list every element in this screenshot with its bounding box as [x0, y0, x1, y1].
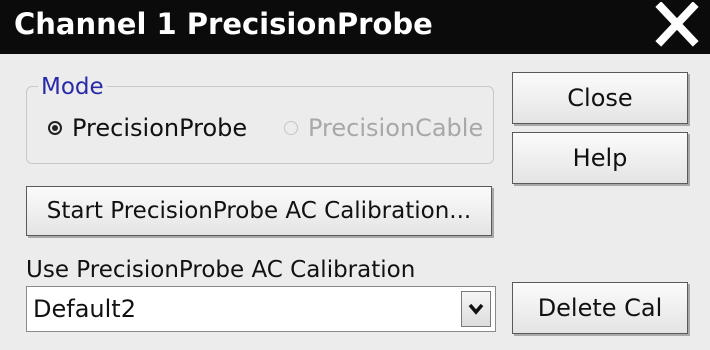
dropdown-button[interactable]	[461, 291, 491, 327]
radio-label-precisioncable: PrecisionCable	[308, 114, 484, 142]
calibration-select-value: Default2	[33, 295, 136, 323]
close-x-icon[interactable]	[652, 2, 702, 48]
calibration-select[interactable]: Default2	[26, 286, 496, 332]
start-calibration-button[interactable]: Start PrecisionProbe AC Calibration...	[26, 186, 492, 236]
window-title: Channel 1 PrecisionProbe	[14, 7, 433, 41]
radio-unselected-icon	[284, 121, 298, 135]
delete-cal-button[interactable]: Delete Cal	[512, 282, 688, 334]
mode-radio-precisioncable[interactable]: PrecisionCable	[284, 112, 483, 144]
radio-label-precisionprobe: PrecisionProbe	[72, 114, 248, 142]
title-bar[interactable]: Channel 1 PrecisionProbe	[0, 0, 710, 54]
calibration-label: Use PrecisionProbe AC Calibration	[26, 257, 416, 283]
precisionprobe-dialog: Channel 1 PrecisionProbe Mode PrecisionP…	[0, 0, 710, 350]
help-button[interactable]: Help	[512, 132, 688, 184]
chevron-down-icon	[468, 303, 484, 315]
mode-radio-precisionprobe[interactable]: PrecisionProbe	[48, 112, 247, 144]
close-button[interactable]: Close	[512, 72, 688, 124]
mode-group-label: Mode	[38, 72, 107, 102]
radio-selected-icon	[48, 121, 62, 135]
